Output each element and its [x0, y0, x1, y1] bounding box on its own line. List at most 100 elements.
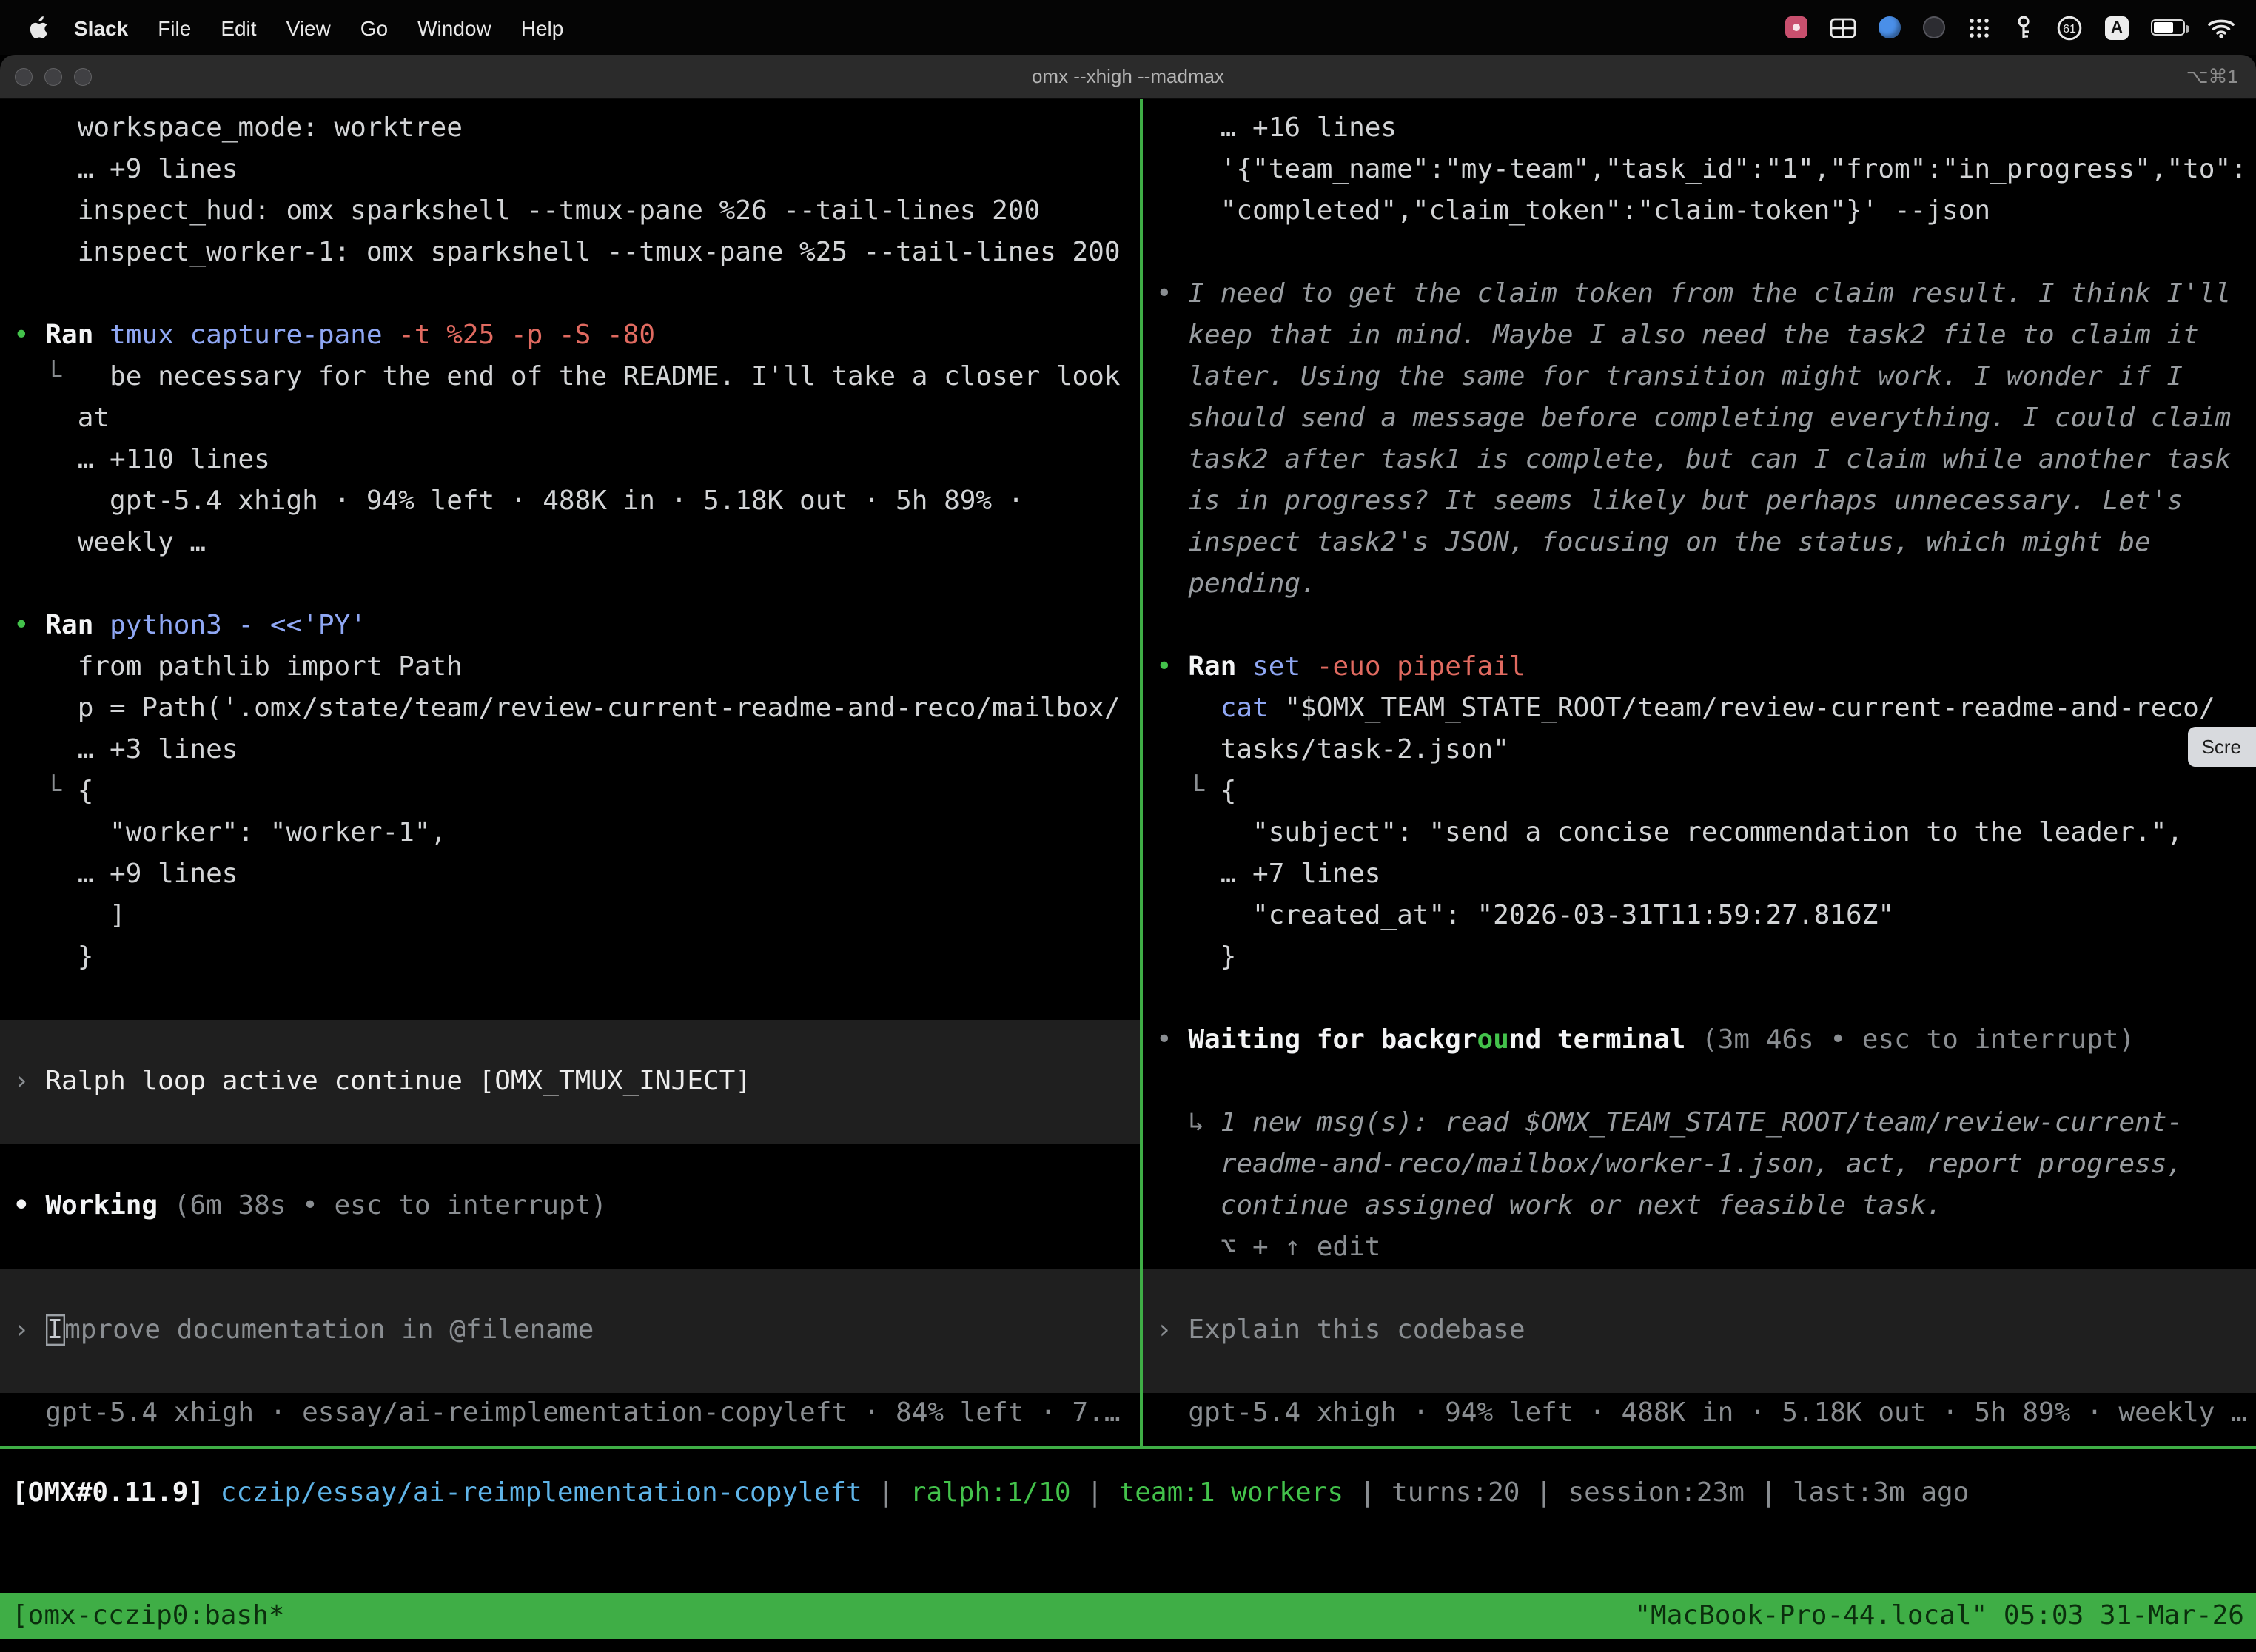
- input-source-icon[interactable]: A: [2105, 16, 2129, 39]
- battery-nub: [2186, 24, 2189, 32]
- recording-indicator-icon[interactable]: [1785, 16, 1807, 38]
- text-segment: Ralph loop active continue [OMX_TMUX_INJ…: [45, 1066, 751, 1097]
- text-segment: set: [1252, 651, 1300, 682]
- text-segment: … +110 lines: [13, 444, 270, 475]
- terminal-line: … +110 lines: [13, 440, 1140, 481]
- ralph-counter: ralph:1/10: [910, 1477, 1071, 1508]
- terminal-line: ]: [13, 896, 1140, 937]
- text-cursor: I: [45, 1314, 64, 1346]
- text-segment: -t %25 -p -S -80: [383, 320, 655, 351]
- mailbox-message-line: continue assigned work or next feasible …: [1156, 1186, 2256, 1227]
- battery-fill: [2154, 22, 2173, 33]
- prompt-input-right[interactable]: › Explain this codebase: [1143, 1269, 2256, 1393]
- bullet: •: [13, 320, 45, 351]
- screen: Slack FileEditViewGoWindowHelp 61 A: [0, 0, 2256, 1652]
- terminal-line: '{"team_name":"my-team","task_id":"1","f…: [1156, 150, 2256, 191]
- terminal-line: inspect_worker-1: omx sparkshell --tmux-…: [13, 232, 1140, 274]
- wifi-icon[interactable]: [2207, 17, 2235, 38]
- ran-set-line: • Ran set -euo pipefail: [1156, 647, 2256, 688]
- waiting-status-line: • Waiting for background terminal (3m 46…: [1156, 1020, 2256, 1061]
- text-segment: }: [1156, 941, 1236, 973]
- terminal-line: }: [1156, 937, 2256, 978]
- terminal-line: gpt-5.4 xhigh · 94% left · 488K in · 5.1…: [13, 481, 1140, 523]
- text-segment: weekly …: [13, 527, 206, 558]
- thinking-line: task2 after task1 is complete, but can I…: [1156, 440, 2256, 481]
- pane-border-horizontal[interactable]: [0, 1446, 2256, 1449]
- text-segment: "$OMX_TEAM_STATE_ROOT/team/review-curren…: [1269, 693, 2215, 724]
- window-title: omx --xhigh --madmax: [0, 65, 2256, 87]
- text-segment: at: [13, 403, 110, 434]
- battery-percent-gauge-icon[interactable]: 61: [2056, 14, 2083, 41]
- blank-line: [13, 564, 1140, 605]
- menu-item-window[interactable]: Window: [403, 16, 506, 39]
- text-segment: '{"team_name":"my-team","task_id":"1","f…: [1156, 154, 2247, 185]
- team-counter: team:1 workers: [1119, 1477, 1343, 1508]
- text-segment: … +9 lines: [13, 859, 238, 890]
- text-segment: inspect_worker-1: omx sparkshell --tmux-…: [13, 237, 1121, 268]
- apple-menu-icon[interactable]: [27, 15, 50, 40]
- menu-item-file[interactable]: File: [143, 16, 206, 39]
- terminal-pane-left[interactable]: workspace_mode: worktree … +9 lines insp…: [0, 99, 1140, 1446]
- text-segment: tmux capture-pane: [110, 320, 382, 351]
- active-app-name[interactable]: Slack: [59, 16, 143, 39]
- menu-item-edit[interactable]: Edit: [206, 16, 271, 39]
- key-icon[interactable]: [2013, 15, 2034, 40]
- blue-app-icon[interactable]: [1879, 16, 1901, 38]
- text-segment: -euo pipefail: [1300, 651, 1525, 682]
- text-segment: p = Path('.omx/state/team/review-current…: [13, 693, 1121, 724]
- terminal-line: └ be necessary for the end of the README…: [13, 357, 1140, 398]
- ran-python-line: • Ran python3 - <<'PY': [13, 605, 1140, 647]
- terminal-line: └ {: [13, 771, 1140, 813]
- pane-border-vertical[interactable]: [1140, 99, 1143, 1446]
- prompt-input-left[interactable]: › Improve documentation in @filename: [0, 1269, 1140, 1393]
- gauge-value: 61: [2063, 22, 2076, 35]
- text-segment: Ran: [1188, 651, 1252, 682]
- window-grid-icon[interactable]: [1830, 17, 1856, 38]
- text-segment: should send a message before completing …: [1156, 403, 2231, 434]
- model-status-line: gpt-5.4 xhigh · essay/ai-reimplementatio…: [13, 1393, 1140, 1434]
- terminal-line: from pathlib import Path: [13, 647, 1140, 688]
- terminal-window: workspace_mode: worktree … +9 lines insp…: [0, 99, 2256, 1652]
- separator: |: [1745, 1477, 1793, 1508]
- terminal-line: … +9 lines: [13, 150, 1140, 191]
- thinking-line: pending.: [1156, 564, 2256, 605]
- terminal-line: … +3 lines: [13, 730, 1140, 771]
- bullet: •: [13, 1190, 45, 1221]
- text-segment: [1156, 693, 1221, 724]
- tmux-status-bar: [omx-cczip0:bash* "MacBook-Pro-44.local"…: [0, 1593, 2256, 1639]
- text-segment: "created_at": "2026-03-31T11:59:27.816Z": [1156, 900, 1894, 931]
- tmux-session-label: [omx-cczip0:bash*: [12, 1595, 284, 1636]
- text-segment: {: [1221, 776, 1237, 807]
- text-segment: readme-and-reco/mailbox/worker-1.json, a…: [1156, 1149, 2183, 1180]
- text-segment: gpt-5.4 xhigh · 94% left · 488K in · 5.1…: [13, 486, 1024, 517]
- dark-app-icon[interactable]: [1923, 16, 1945, 38]
- terminal-line: cat "$OMX_TEAM_STATE_ROOT/team/review-cu…: [1156, 688, 2256, 730]
- terminal-pane-right[interactable]: … +16 lines '{"team_name":"my-team","tas…: [1143, 99, 2256, 1446]
- menu-item-help[interactable]: Help: [506, 16, 579, 39]
- text-segment: "completed","claim_token":"claim-token"}…: [1156, 195, 1990, 226]
- blank-line: [1156, 605, 2256, 647]
- blank-line: [1156, 232, 2256, 274]
- turns-counter: turns:20: [1391, 1477, 1520, 1508]
- thinking-line: later. Using the same for transition mig…: [1156, 357, 2256, 398]
- dots-grid-icon[interactable]: [1967, 16, 1991, 39]
- blank-line: [13, 1227, 1140, 1269]
- battery-icon[interactable]: [2151, 19, 2185, 36]
- terminal-line: … +9 lines: [13, 854, 1140, 896]
- blank-line: [1156, 1061, 2256, 1103]
- text-segment: Ran: [45, 320, 110, 351]
- terminal-line: tasks/task-2.json": [1156, 730, 2256, 771]
- menu-item-go[interactable]: Go: [346, 16, 403, 39]
- terminal-line: inspect_hud: omx sparkshell --tmux-pane …: [13, 191, 1140, 232]
- last-activity: last:3m ago: [1793, 1477, 1969, 1508]
- text-segment: Working: [45, 1190, 158, 1221]
- window-title-bar[interactable]: omx --xhigh --madmax ⌥⌘1: [0, 55, 2256, 99]
- text-segment: I need to get the claim token from the c…: [1188, 278, 2231, 309]
- menu-item-view[interactable]: View: [272, 16, 346, 39]
- tree-corner: └: [13, 776, 78, 807]
- text-segment: continue assigned work or next feasible …: [1156, 1190, 1942, 1221]
- text-segment: … +3 lines: [13, 734, 238, 765]
- text-segment: … +9 lines: [13, 154, 238, 185]
- thinking-line: inspect task2's JSON, focusing on the st…: [1156, 523, 2256, 564]
- terminal-line: … +16 lines: [1156, 108, 2256, 150]
